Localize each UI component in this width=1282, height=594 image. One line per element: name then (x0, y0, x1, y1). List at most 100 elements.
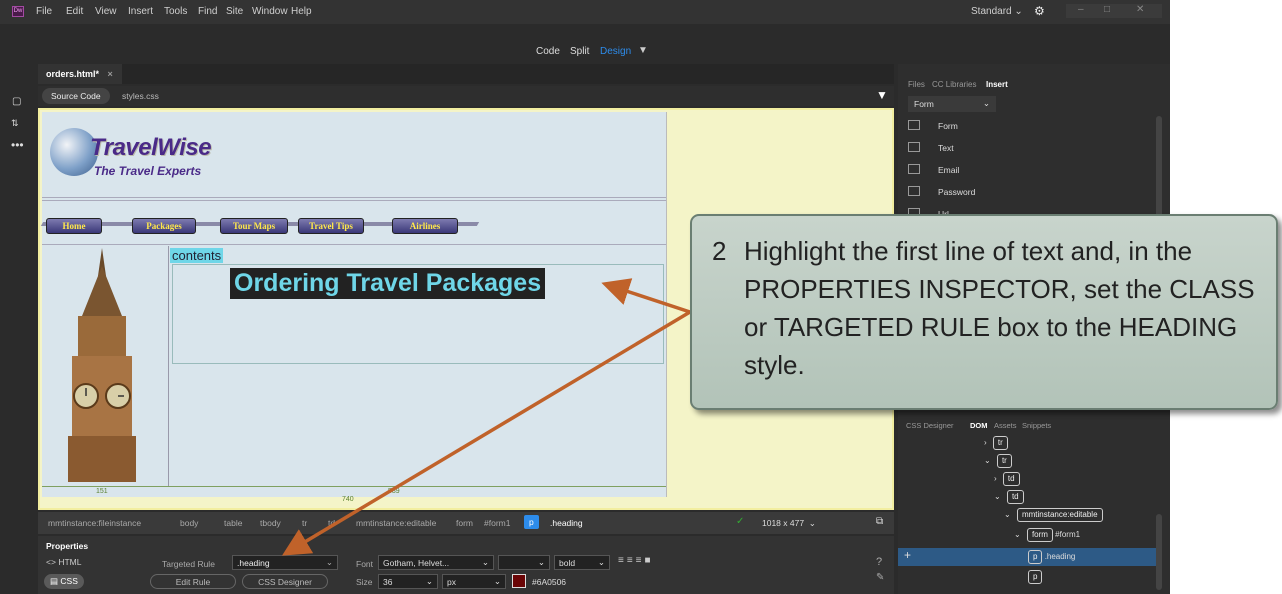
crumb-form-id[interactable]: #form1 (484, 518, 510, 528)
open-documents-icon[interactable]: ▢ (12, 96, 21, 107)
menu-help[interactable]: Help (291, 6, 312, 17)
crumb-tr[interactable]: tr (302, 518, 307, 528)
menu-file[interactable]: File (36, 6, 52, 17)
ruler-right-label: 589 (388, 488, 400, 495)
window-size-label: 1018 x 477 (762, 518, 805, 528)
menu-tools[interactable]: Tools (164, 6, 187, 17)
tab-assets[interactable]: Assets (994, 421, 1017, 430)
menu-insert[interactable]: Insert (128, 6, 153, 17)
insert-email[interactable]: Email (908, 160, 1158, 180)
nav-tour-maps[interactable]: Tour Maps (220, 218, 288, 234)
crumb-p[interactable]: p (524, 515, 539, 529)
split-view-button[interactable]: Split (570, 46, 589, 57)
dom-scrollbar[interactable] (1156, 514, 1162, 590)
source-code-button[interactable]: Source Code (42, 88, 110, 104)
live-preview-icon[interactable]: ⧉ (876, 516, 883, 527)
insert-text[interactable]: Text (908, 138, 1158, 158)
code-view-button[interactable]: Code (536, 46, 560, 57)
font-unit-select[interactable]: px ⌄ (442, 574, 506, 589)
font-size-select[interactable]: 36 ⌄ (378, 574, 438, 589)
css-panel-icon: ▤ (50, 576, 59, 586)
add-element-icon[interactable]: + (904, 548, 911, 562)
close-tab-icon[interactable]: × (108, 69, 113, 79)
menu-site[interactable]: Site (226, 6, 243, 17)
minimize-icon[interactable]: – (1078, 4, 1084, 15)
menu-window[interactable]: Window (252, 6, 288, 17)
big-ben-image (42, 246, 168, 482)
insert-category-select[interactable]: Form ⌄ (908, 96, 996, 112)
chevron-down-icon: ⌄ (493, 576, 501, 586)
nav-travel-tips[interactable]: Travel Tips (298, 218, 364, 234)
dom-node[interactable]: ⌄ form #form1 (1014, 528, 1080, 546)
dom-tag: tr (996, 454, 1012, 468)
logo-subtitle: The Travel Experts (94, 164, 202, 178)
edit-rule-button[interactable]: Edit Rule (150, 574, 236, 589)
crumb-tbody[interactable]: tbody (260, 518, 281, 528)
window-size-dropdown[interactable]: 1018 x 477 ⌄ (762, 518, 816, 529)
maximize-icon[interactable]: □ (1104, 4, 1110, 15)
dom-node[interactable]: ⌄ mmtinstance:editable (1004, 508, 1103, 526)
crumb-fileinstance[interactable]: mmtinstance:fileinstance (48, 518, 141, 528)
tab-cc-libraries[interactable]: CC Libraries (932, 80, 976, 89)
crumb-table[interactable]: table (224, 518, 242, 528)
design-view-button[interactable]: Design (600, 46, 631, 57)
settings-gear-icon[interactable]: ⚙ (1034, 4, 1045, 18)
crumb-editable[interactable]: mmtinstance:editable (356, 518, 436, 528)
menu-bar: Dw File Edit View Insert Tools Find Site… (0, 0, 1170, 24)
nav-home[interactable]: Home (46, 218, 102, 234)
left-toolbar: ▢ ⇅ ••• (0, 86, 34, 594)
text-field-icon (908, 142, 920, 152)
dom-node-selected[interactable]: p .heading (1024, 550, 1075, 568)
crumb-body[interactable]: body (180, 518, 198, 528)
text-color-value[interactable]: #6A0506 (532, 577, 566, 587)
nav-airlines[interactable]: Airlines (392, 218, 458, 234)
align-buttons[interactable]: ≡≡≡■ (618, 555, 654, 566)
font-family-select[interactable]: Gotham, Helvet... ⌄ (378, 555, 494, 570)
tab-snippets[interactable]: Snippets (1022, 421, 1051, 430)
dom-node[interactable]: › td (994, 472, 1020, 490)
text-color-swatch[interactable] (512, 574, 526, 588)
close-icon[interactable]: ✕ (1136, 4, 1144, 15)
crumb-td[interactable]: td (328, 518, 335, 528)
properties-title: Properties (46, 541, 89, 551)
logo-title: TravelWise (90, 134, 212, 161)
tab-dom[interactable]: DOM (970, 421, 988, 430)
menu-edit[interactable]: Edit (66, 6, 83, 17)
menu-view[interactable]: View (95, 6, 117, 17)
related-file-styles[interactable]: styles.css (122, 91, 159, 101)
dom-node[interactable]: p (1024, 570, 1043, 588)
step-instruction: Highlight the first line of text and, in… (744, 236, 1255, 380)
dom-node[interactable]: ⌄ tr (984, 454, 1012, 472)
more-tools-icon[interactable]: ••• (11, 138, 24, 152)
file-management-icon[interactable]: ⇅ (11, 118, 19, 129)
crumb-heading-class[interactable]: .heading (550, 518, 583, 528)
tab-orders-html[interactable]: orders.html* × (38, 64, 122, 84)
tab-css-designer[interactable]: CSS Designer (906, 421, 954, 430)
selected-heading[interactable]: Ordering Travel Packages (230, 268, 546, 299)
workspace-switcher[interactable]: Standard ⌄ (971, 6, 1023, 17)
nav-packages[interactable]: Packages (132, 218, 196, 234)
insert-password[interactable]: Password (908, 182, 1158, 202)
dom-node[interactable]: › tr (984, 436, 1008, 454)
page-header: TravelWise The Travel Experts (42, 112, 666, 198)
email-icon (908, 164, 920, 174)
insert-form[interactable]: Form (908, 116, 1158, 136)
tab-files[interactable]: Files (908, 80, 925, 89)
view-dropdown-icon[interactable]: ▼ (638, 45, 648, 56)
targeted-rule-select[interactable]: .heading ⌄ (232, 555, 338, 570)
font-style-select[interactable]: ⌄ (498, 555, 550, 570)
font-weight-select[interactable]: bold ⌄ (554, 555, 610, 570)
filter-icon[interactable]: ▼ (876, 88, 888, 102)
css-designer-button[interactable]: CSS Designer (242, 574, 328, 589)
html-mode-button[interactable]: <> HTML (46, 557, 81, 567)
css-mode-button[interactable]: ▤ CSS (44, 574, 84, 589)
dom-node[interactable]: ⌄ td (994, 490, 1024, 508)
menu-find[interactable]: Find (198, 6, 217, 17)
window-controls: – □ ✕ (1066, 4, 1162, 18)
document-tabs: orders.html* × (38, 64, 894, 84)
font-unit-value: px (447, 577, 456, 587)
quick-tag-editor-icon[interactable]: ✎ (876, 572, 884, 583)
tab-insert[interactable]: Insert (986, 80, 1008, 89)
help-icon[interactable]: ? (876, 556, 882, 568)
crumb-form[interactable]: form (456, 518, 473, 528)
